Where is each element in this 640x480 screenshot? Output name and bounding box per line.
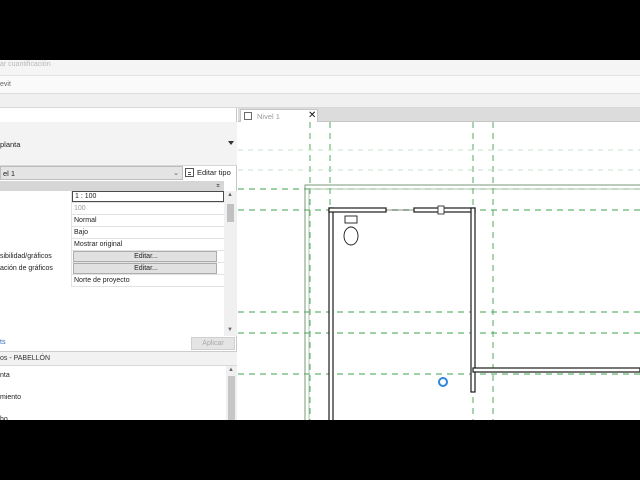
scale-value: 100 [74, 205, 86, 212]
letterbox-top [0, 0, 640, 60]
property-key [0, 191, 72, 203]
view-tab-bar: Nivel 1 ✕ [238, 108, 640, 122]
property-row: 1 : 100 [0, 191, 224, 203]
scroll-up-icon[interactable]: ▲ [228, 367, 234, 373]
scroll-up-icon[interactable]: ▲ [227, 192, 233, 198]
detail-level-value[interactable]: Bajo [72, 227, 224, 239]
revit-window: ar cuantificación evit planta el 1 ⌄ Edi… [0, 60, 640, 420]
wall-left[interactable] [328, 207, 334, 420]
faint-grid-lines [238, 149, 640, 171]
instance-filter-select[interactable]: el 1 ⌄ [0, 166, 183, 180]
property-key [0, 239, 72, 251]
parts-visibility-value[interactable]: Mostrar original [72, 239, 224, 251]
wall-right[interactable] [470, 207, 476, 393]
property-key [0, 215, 72, 227]
orientation-value[interactable]: Norte de proyecto [72, 275, 224, 287]
chevron-down-icon[interactable]: ⌄ [173, 169, 179, 177]
edit-type-icon [185, 168, 194, 177]
project-browser: os - PABELLÓN nta miento ho ▲ [0, 352, 237, 420]
property-row: Normal [0, 215, 224, 227]
project-browser-title: os - PABELLÓN [0, 355, 51, 362]
floor-plan-icon [244, 112, 252, 120]
browser-scrollbar[interactable]: ▲ [226, 366, 237, 420]
floor-plan-drawing [238, 122, 640, 420]
panel-header-strip [0, 94, 640, 108]
properties-footer: ts Aplicar [0, 336, 237, 352]
quantification-label[interactable]: ar cuantificación [0, 61, 51, 68]
property-row: ación de gráficos Editar... [0, 263, 224, 275]
edit-type-button[interactable]: Editar tipo [184, 166, 234, 180]
scroll-down-icon[interactable]: ▼ [227, 327, 233, 333]
toilet-icon[interactable] [343, 215, 359, 246]
property-key [0, 227, 72, 239]
wall-joint [437, 205, 445, 215]
ribbon-panel-row: ar cuantificación [0, 60, 640, 76]
property-row: Bajo [0, 227, 224, 239]
graphics-section-header[interactable]: ⌅ [0, 181, 224, 191]
tab-nivel-1[interactable]: Nivel 1 ✕ [240, 109, 318, 122]
level-selector-value: el 1 [3, 169, 16, 178]
property-row: Mostrar original [0, 239, 224, 251]
project-browser-title-bar: os - PABELLÓN [0, 352, 237, 366]
letterbox-bottom [0, 420, 640, 480]
visibility-graphics-edit-button[interactable]: Editar... [73, 251, 217, 262]
toilet-tank [344, 215, 358, 224]
dropdown-arrow-icon[interactable] [228, 141, 234, 145]
properties-help-link[interactable]: ts [0, 339, 5, 346]
wall-top-left[interactable] [328, 207, 387, 213]
view-tab-label: Nivel 1 [257, 112, 280, 121]
walls[interactable] [328, 207, 640, 420]
property-row: 100 [0, 203, 224, 215]
grid-lines [238, 122, 640, 420]
visibility-graphics-key: sibilidad/gráficos [0, 251, 72, 263]
browser-tree-item[interactable]: nta [0, 372, 10, 379]
cursor-icon [438, 377, 448, 387]
property-row: sibilidad/gráficos Editar... [0, 251, 224, 263]
graphic-display-edit-button[interactable]: Editar... [73, 263, 217, 274]
properties-grid: 1 : 100 100 Normal Bajo Mostrar original… [0, 191, 224, 287]
revit-tab-label[interactable]: evit [0, 81, 11, 88]
drawing-canvas[interactable] [238, 122, 640, 420]
ribbon-tab-row: evit [0, 76, 640, 94]
toilet-bowl [343, 226, 359, 246]
graphic-display-key: ación de gráficos [0, 263, 72, 275]
property-key [0, 203, 72, 215]
property-row: Norte de proyecto [0, 275, 224, 287]
property-key [0, 275, 72, 287]
wall-east[interactable] [472, 367, 640, 373]
type-name: planta [0, 140, 21, 149]
wall-top-right[interactable] [413, 207, 476, 213]
properties-scrollbar[interactable]: ▲ ▼ [224, 191, 237, 336]
scroll-thumb[interactable] [228, 376, 235, 420]
scroll-thumb[interactable] [227, 204, 234, 222]
properties-palette: planta el 1 ⌄ Editar tipo ⌅ 1 : 100 100 [0, 108, 237, 420]
browser-tree-item[interactable]: miento [0, 394, 21, 401]
apply-button[interactable]: Aplicar [191, 337, 235, 350]
display-model-value[interactable]: Normal [72, 215, 224, 227]
collapse-icon[interactable]: ⌅ [215, 181, 221, 189]
view-scale-field[interactable]: 1 : 100 [72, 191, 224, 202]
edit-type-label: Editar tipo [197, 168, 231, 177]
type-selector[interactable]: planta [0, 122, 237, 166]
close-icon[interactable]: ✕ [308, 110, 316, 122]
